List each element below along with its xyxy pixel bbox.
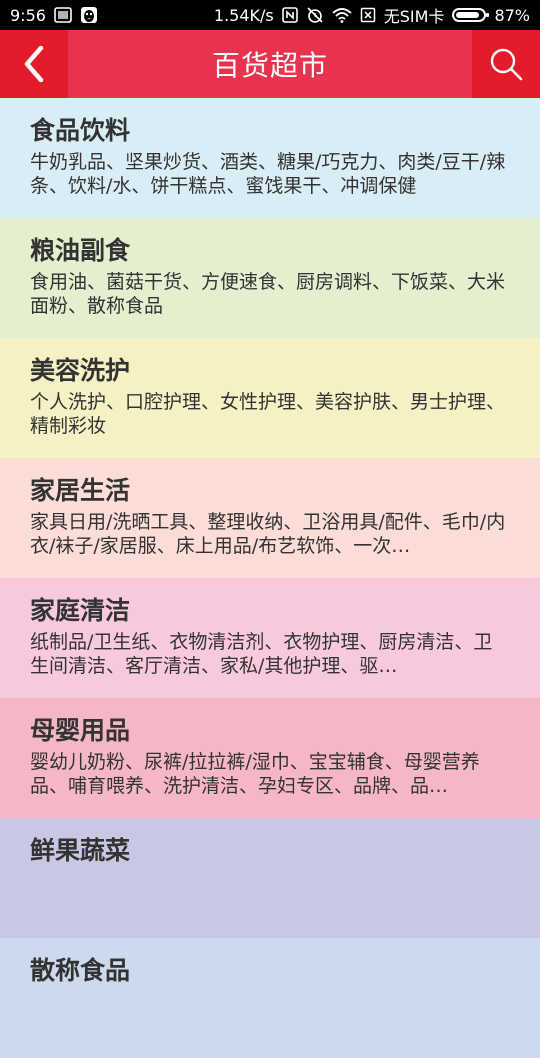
search-icon: [490, 48, 523, 81]
category-item[interactable]: 鲜果蔬菜: [0, 818, 540, 938]
network-speed: 1.54K/s: [213, 5, 274, 25]
category-item[interactable]: 散称食品: [0, 938, 540, 1058]
category-name: 散称食品: [30, 956, 131, 985]
battery-fill: [456, 12, 480, 18]
category-name: 家居生活: [30, 476, 131, 505]
category-item[interactable]: 食品饮料牛奶乳品、坚果炒货、酒类、糖果/巧克力、肉类/豆干/辣条、饮料/水、饼干…: [0, 98, 540, 218]
category-name: 母婴用品: [30, 716, 131, 745]
status-bar: 9:56 1.54K/s 无SIM卡 87%: [0, 0, 540, 30]
wifi-icon: [332, 7, 352, 23]
status-left: 9:56: [10, 6, 98, 25]
back-arrow-icon: [24, 45, 44, 83]
category-description: 牛奶乳品、坚果炒货、酒类、糖果/巧克力、肉类/豆干/辣条、饮料/水、饼干糕点、蜜…: [30, 151, 506, 197]
status-time: 9:56: [10, 5, 46, 25]
category-item[interactable]: 母婴用品婴幼儿奶粉、尿裤/拉拉裤/湿巾、宝宝辅食、母婴营养品、哺育喂养、洗护清洁…: [0, 698, 540, 818]
category-description: 纸制品/卫生纸、衣物清洁剂、衣物护理、厨房清洁、卫生间清洁、客厅清洁、家私/其他…: [30, 631, 493, 677]
category-name: 鲜果蔬菜: [30, 836, 131, 865]
category-description: 家具日用/洗晒工具、整理收纳、卫浴用具/配件、毛巾/内衣/袜子/家居服、床上用品…: [30, 511, 506, 557]
category-name: 粮油副食: [30, 236, 131, 265]
category-description: 食用油、菌菇干货、方便速食、厨房调料、下饭菜、大米面粉、散称食品: [30, 271, 506, 317]
search-button[interactable]: [472, 30, 540, 98]
category-item[interactable]: 家庭清洁纸制品/卫生纸、衣物清洁剂、衣物护理、厨房清洁、卫生间清洁、客厅清洁、家…: [0, 578, 540, 698]
status-right: 1.54K/s 无SIM卡 87%: [214, 3, 530, 27]
sim-off-icon: [360, 7, 376, 23]
category-name: 美容洗护: [30, 356, 131, 385]
page-title: 百货超市: [211, 49, 328, 82]
category-item[interactable]: 粮油副食食用油、菌菇干货、方便速食、厨房调料、下饭菜、大米面粉、散称食品: [0, 218, 540, 338]
back-button[interactable]: [0, 30, 68, 98]
battery-percent: 87%: [494, 5, 530, 25]
sim-status: 无SIM卡: [383, 7, 445, 26]
alarm-off-icon: [306, 6, 324, 24]
battery-icon: [452, 8, 490, 22]
category-item[interactable]: 美容洗护个人洗护、口腔护理、女性护理、美容护肤、男士护理、精制彩妆: [0, 338, 540, 458]
notification-app-icon: [54, 6, 72, 24]
app-bar: 百货超市: [0, 30, 540, 98]
category-list: 食品饮料牛奶乳品、坚果炒货、酒类、糖果/巧克力、肉类/豆干/辣条、饮料/水、饼干…: [0, 98, 540, 1058]
category-name: 家庭清洁: [30, 596, 131, 625]
category-item[interactable]: 家居生活家具日用/洗晒工具、整理收纳、卫浴用具/配件、毛巾/内衣/袜子/家居服、…: [0, 458, 540, 578]
nfc-icon: [281, 7, 298, 23]
category-description: 婴幼儿奶粉、尿裤/拉拉裤/湿巾、宝宝辅食、母婴营养品、哺育喂养、洗护清洁、孕妇专…: [30, 751, 480, 797]
notification-penguin-icon: [80, 6, 98, 24]
category-name: 食品饮料: [30, 116, 131, 145]
category-description: 个人洗护、口腔护理、女性护理、美容护肤、男士护理、精制彩妆: [30, 391, 506, 437]
